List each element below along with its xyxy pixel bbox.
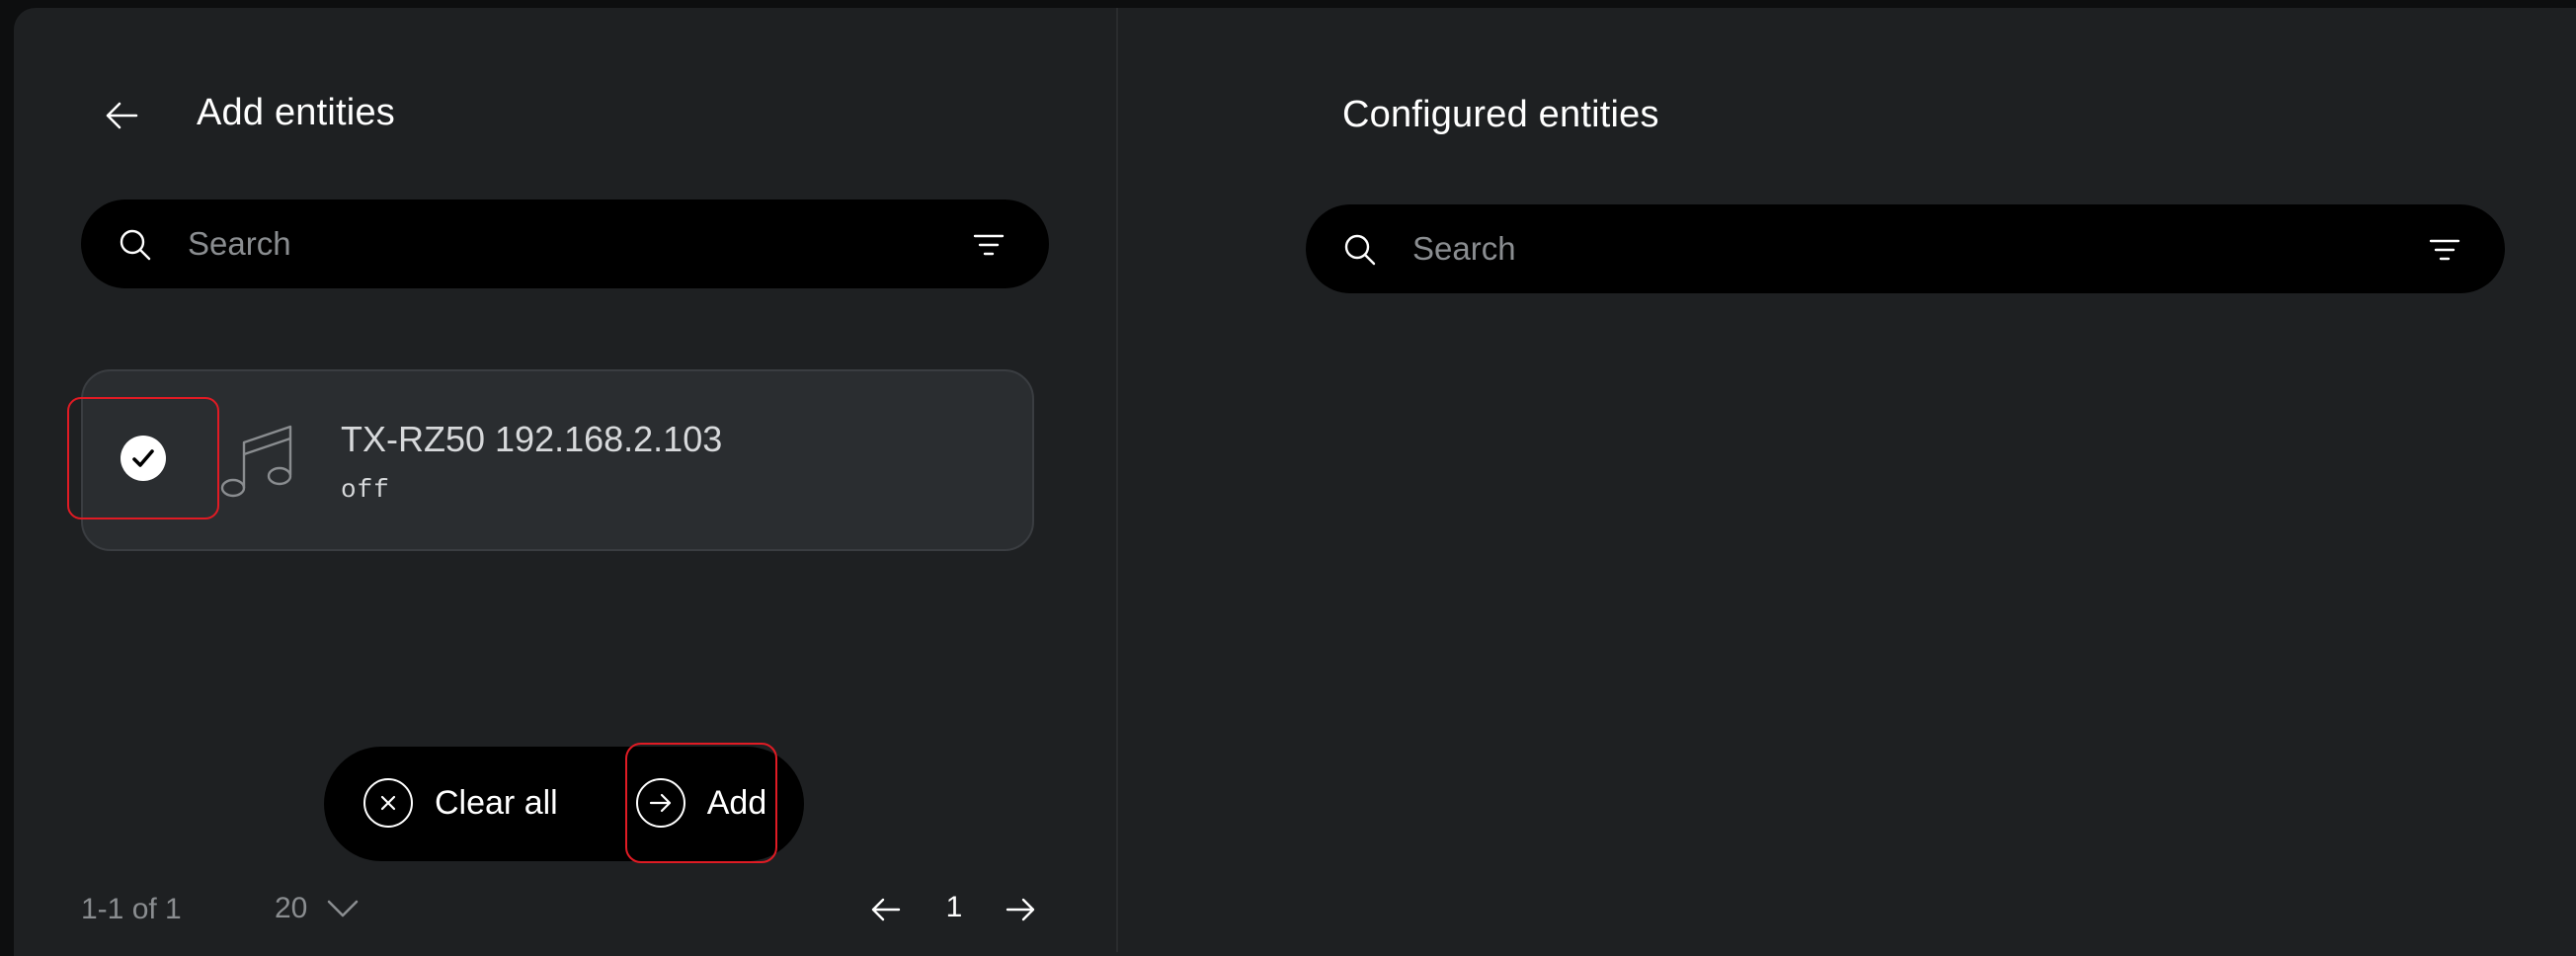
music-icon — [220, 425, 292, 498]
clear-all-button[interactable]: Clear all — [363, 775, 558, 831]
filter-icon[interactable] — [972, 228, 1006, 262]
add-button[interactable]: Add — [625, 743, 777, 863]
back-button[interactable] — [97, 91, 146, 140]
clear-all-label: Clear all — [435, 783, 558, 822]
search-icon — [120, 229, 151, 261]
search-input-configured-entities[interactable] — [1412, 224, 2252, 274]
arrow-left-icon — [106, 102, 138, 129]
current-page-number[interactable]: 1 — [944, 891, 964, 924]
pagination-range: 1-1 of 1 — [81, 893, 182, 925]
close-icon — [363, 778, 413, 828]
entity-select-checkbox[interactable] — [67, 397, 219, 519]
previous-page-icon[interactable] — [869, 893, 903, 926]
search-bar-add-entities — [81, 199, 1049, 288]
checkmark-icon — [121, 436, 166, 481]
page-title-configured-entities: Configured entities — [1342, 94, 1659, 135]
search-bar-configured-entities — [1306, 204, 2505, 293]
arrow-right-circle-icon — [635, 778, 685, 828]
page-size-value: 20 — [275, 892, 308, 924]
search-icon — [1344, 234, 1376, 266]
entity-state: off — [341, 475, 390, 505]
filter-icon[interactable] — [2428, 233, 2461, 267]
search-input-add-entities[interactable] — [188, 219, 865, 269]
chevron-down-icon — [328, 900, 359, 917]
page-title-add-entities: Add entities — [197, 92, 395, 133]
page-size-select[interactable]: 20 — [275, 887, 359, 930]
next-page-icon[interactable] — [1004, 893, 1037, 926]
entity-name: TX-RZ50 192.168.2.103 — [341, 419, 723, 459]
panel-divider — [1116, 8, 1118, 952]
add-label: Add — [706, 783, 767, 822]
